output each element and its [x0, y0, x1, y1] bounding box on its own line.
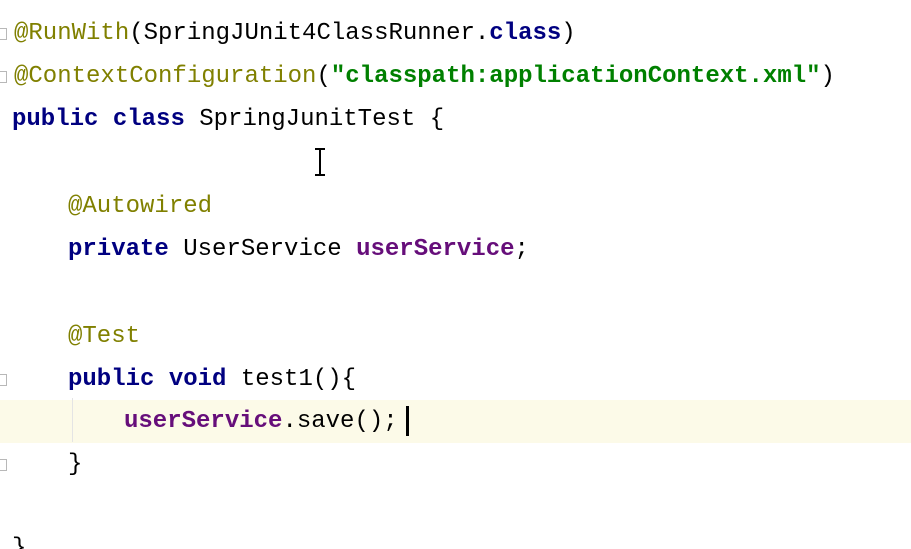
keyword-private: private [68, 236, 169, 263]
paren: ( [316, 63, 331, 90]
annotation-runwith: @RunWith [14, 20, 130, 47]
code-editor[interactable]: @RunWith(SpringJUnit4ClassRunner.class) … [0, 0, 911, 549]
runner-class-name: SpringJUnit4ClassRunner. [143, 20, 490, 47]
keyword-class: class [489, 20, 562, 47]
code-line-3[interactable]: public class SpringJunitTest { [0, 98, 911, 141]
indent-guide [72, 398, 73, 442]
method-signature: test1(){ [240, 366, 357, 393]
code-line-1[interactable]: @RunWith(SpringJUnit4ClassRunner.class) [0, 12, 911, 55]
field-reference: userService [124, 408, 283, 435]
text-caret [406, 406, 409, 436]
class-name: SpringJunitTest { [199, 106, 445, 133]
code-line-8[interactable]: @Test [0, 315, 911, 358]
annotation-context-configuration: @ContextConfiguration [14, 63, 317, 90]
code-text: @Test [68, 315, 140, 358]
code-text: public class SpringJunitTest { [12, 98, 444, 141]
ibeam-cursor-icon [315, 148, 325, 176]
field-name: userService [356, 236, 515, 263]
fold-marker-icon[interactable] [0, 459, 7, 471]
annotation-autowired: @Autowired [68, 193, 213, 220]
code-text: public void test1(){ [68, 358, 356, 401]
semicolon: ; [514, 236, 529, 263]
code-text: @Autowired [68, 185, 212, 228]
code-text: } [68, 443, 82, 486]
keyword-public: public [68, 366, 155, 393]
fold-marker-icon[interactable] [0, 28, 7, 40]
fold-marker-icon[interactable] [0, 71, 7, 83]
keyword-public: public [12, 106, 99, 133]
string-literal: "classpath:applicationContext.xml" [330, 63, 821, 90]
code-line-5[interactable]: @Autowired [0, 185, 911, 228]
paren: ) [820, 63, 835, 90]
code-line-2[interactable]: @ContextConfiguration("classpath:applica… [0, 55, 911, 98]
paren: ) [561, 20, 576, 47]
type-name: UserService [183, 236, 342, 263]
code-text: @RunWith(SpringJUnit4ClassRunner.class) [14, 12, 576, 55]
code-text: userService.save(); [124, 400, 398, 443]
closing-brace-final: } [12, 535, 27, 549]
code-line-10-current[interactable]: userService.save(); [0, 400, 911, 443]
code-text: @ContextConfiguration("classpath:applica… [14, 55, 835, 98]
code-line-6[interactable]: private UserService userService; [0, 228, 911, 271]
keyword-void: void [168, 366, 227, 393]
code-line-11[interactable]: } [0, 443, 911, 486]
method-call: .save(); [282, 408, 398, 435]
closing-brace: } [68, 451, 83, 478]
code-line-9[interactable]: public void test1(){ [0, 358, 911, 401]
fold-marker-icon[interactable] [0, 374, 7, 386]
code-text: private UserService userService; [68, 228, 529, 271]
annotation-test: @Test [68, 323, 141, 350]
keyword-class: class [112, 106, 185, 133]
paren: ( [129, 20, 144, 47]
